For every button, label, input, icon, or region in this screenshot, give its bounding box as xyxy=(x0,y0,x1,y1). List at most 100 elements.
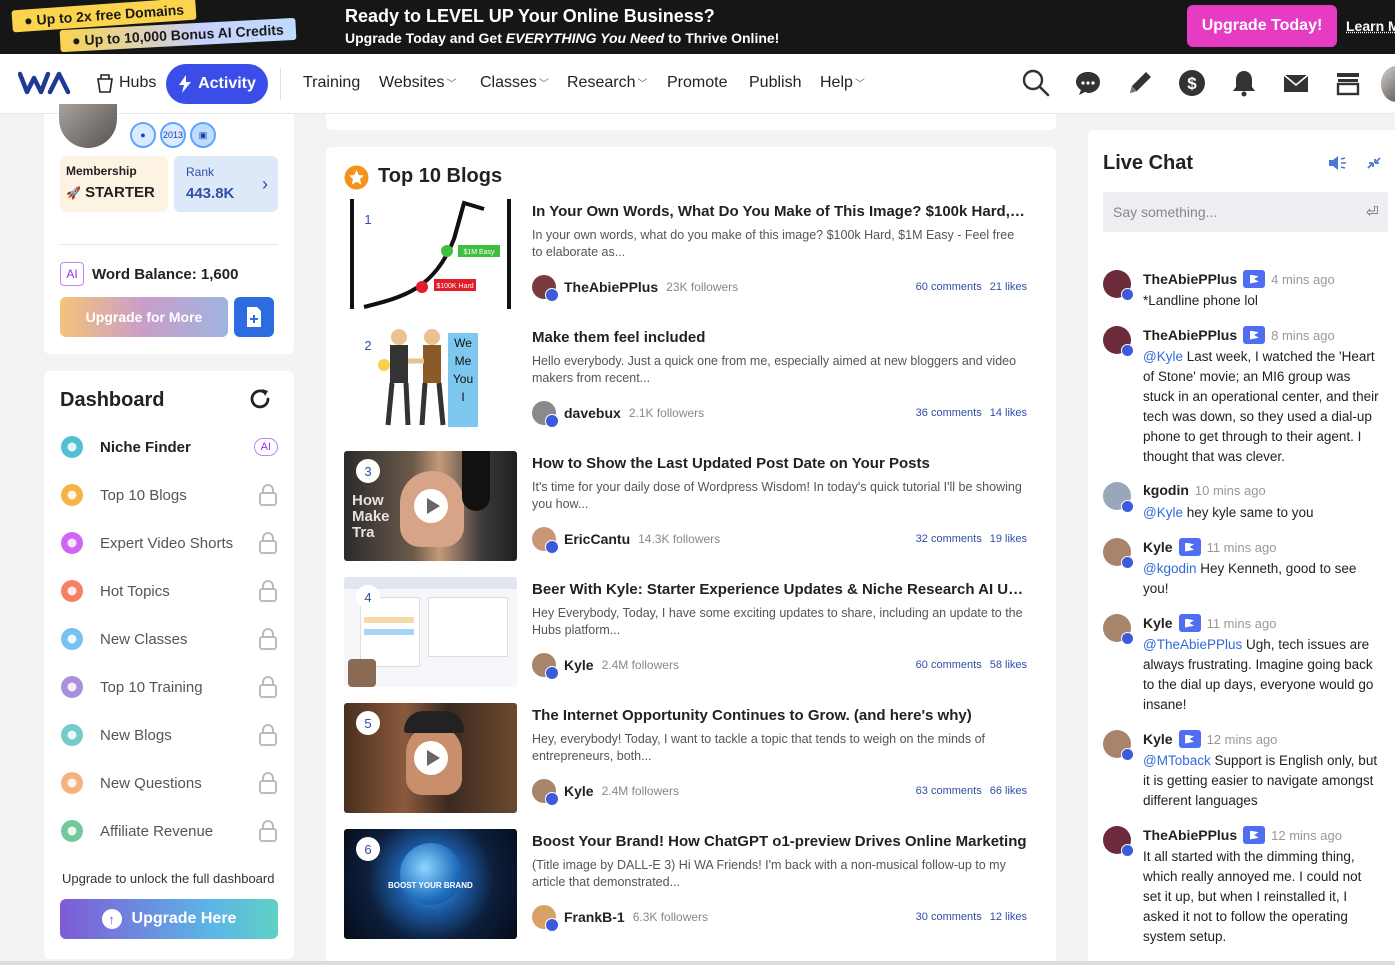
pencil-icon[interactable] xyxy=(1125,68,1155,98)
comments-link[interactable]: 63 comments xyxy=(916,785,982,797)
author-avatar[interactable] xyxy=(532,653,559,680)
author-name[interactable]: EricCantu xyxy=(564,531,630,547)
upgrade-here-button[interactable]: ↑ Upgrade Here xyxy=(60,899,278,939)
author-avatar[interactable] xyxy=(532,401,559,428)
author-avatar[interactable] xyxy=(532,905,559,932)
user-avatar[interactable] xyxy=(1381,66,1395,102)
chat-icon[interactable] xyxy=(1073,68,1103,98)
author-name[interactable]: Kyle xyxy=(564,783,594,799)
nav-websites[interactable]: Websites ﹀ xyxy=(379,74,457,92)
chat-username[interactable]: TheAbiePPlus xyxy=(1143,327,1237,343)
membership-box[interactable]: Membership 🚀 STARTER xyxy=(60,156,168,212)
blog-author[interactable]: davebux 2.1K followers xyxy=(532,401,704,428)
chat-mention[interactable]: @MToback xyxy=(1143,753,1211,768)
chat-avatar[interactable] xyxy=(1103,730,1134,761)
dashboard-item-affiliate-revenue[interactable]: Affiliate Revenue xyxy=(60,811,278,851)
nav-promote[interactable]: Promote xyxy=(667,74,727,92)
chat-username[interactable]: kgodin xyxy=(1143,482,1189,498)
author-name[interactable]: davebux xyxy=(564,405,621,421)
comments-link[interactable]: 30 comments xyxy=(916,911,982,923)
nav-research[interactable]: Research ﹀ xyxy=(567,74,647,92)
chat-username[interactable]: Kyle xyxy=(1143,731,1173,747)
chat-username[interactable]: Kyle xyxy=(1143,615,1173,631)
dashboard-item-top-10-training[interactable]: Top 10 Training xyxy=(60,667,278,707)
nav-publish[interactable]: Publish xyxy=(749,74,801,92)
author-avatar[interactable] xyxy=(532,527,559,554)
blog-title-link[interactable]: Beer With Kyle: Starter Experience Updat… xyxy=(532,581,1027,598)
dollar-icon[interactable]: $ xyxy=(1177,68,1207,98)
upgrade-for-more-button[interactable]: Upgrade for More xyxy=(60,297,228,337)
blog-title-link[interactable]: Make them feel included xyxy=(532,329,1027,346)
collapse-icon[interactable] xyxy=(1364,154,1384,172)
blog-title-link[interactable]: In Your Own Words, What Do You Make of T… xyxy=(532,203,1027,220)
comments-link[interactable]: 60 comments xyxy=(916,281,982,293)
blog-author[interactable]: FrankB-1 6.3K followers xyxy=(532,905,708,932)
refresh-icon[interactable] xyxy=(248,387,272,411)
archive-icon[interactable] xyxy=(1333,68,1363,98)
nav-classes[interactable]: Classes ﹀ xyxy=(480,74,549,92)
blog-thumbnail[interactable]: We Me You I 2 xyxy=(344,325,517,435)
search-icon[interactable] xyxy=(1021,68,1051,98)
chat-avatar[interactable] xyxy=(1103,614,1134,645)
bell-icon[interactable] xyxy=(1229,68,1259,98)
chat-avatar[interactable] xyxy=(1103,826,1134,857)
dashboard-item-hot-topics[interactable]: Hot Topics xyxy=(60,571,278,611)
blog-author[interactable]: EricCantu 14.3K followers xyxy=(532,527,720,554)
comments-link[interactable]: 60 comments xyxy=(916,659,982,671)
chat-avatar[interactable] xyxy=(1103,538,1134,569)
dashboard-item-new-questions[interactable]: New Questions xyxy=(60,763,278,803)
dashboard-item-new-classes[interactable]: New Classes xyxy=(60,619,278,659)
author-avatar[interactable] xyxy=(532,779,559,806)
chat-avatar[interactable] xyxy=(1103,326,1134,357)
dashboard-item-new-blogs[interactable]: New Blogs xyxy=(60,715,278,755)
play-icon[interactable] xyxy=(414,741,448,775)
blog-title-link[interactable]: How to Show the Last Updated Post Date o… xyxy=(532,455,1027,472)
blog-thumbnail[interactable]: $100K Hard $1M Easy 1 xyxy=(344,199,517,309)
speaker-icon[interactable] xyxy=(1327,154,1347,172)
enter-icon[interactable]: ⏎ xyxy=(1366,203,1379,221)
nav-activity-button[interactable]: Activity xyxy=(166,64,268,104)
likes-link[interactable]: 21 likes xyxy=(990,281,1027,293)
nav-help[interactable]: Help ﹀ xyxy=(820,74,865,92)
dashboard-item-niche-finder[interactable]: Niche Finder AI xyxy=(60,427,278,467)
blog-title-link[interactable]: The Internet Opportunity Continues to Gr… xyxy=(532,707,1027,724)
likes-link[interactable]: 66 likes xyxy=(990,785,1027,797)
author-name[interactable]: Kyle xyxy=(564,657,594,673)
blog-thumbnail[interactable]: 4 xyxy=(344,577,517,687)
dashboard-item-top-10-blogs[interactable]: Top 10 Blogs xyxy=(60,475,278,515)
chat-avatar[interactable] xyxy=(1103,270,1134,301)
chat-mention[interactable]: @kgodin xyxy=(1143,561,1197,576)
nav-hubs[interactable]: Hubs xyxy=(95,72,156,94)
chat-mention[interactable]: @Kyle xyxy=(1143,349,1183,364)
document-add-button[interactable] xyxy=(234,297,274,337)
wa-logo-icon[interactable] xyxy=(18,68,72,98)
blog-thumbnail[interactable]: How Make Tra 3 xyxy=(344,451,517,561)
author-avatar[interactable] xyxy=(532,275,559,302)
chat-username[interactable]: Kyle xyxy=(1143,539,1173,555)
author-name[interactable]: FrankB-1 xyxy=(564,909,625,925)
nav-training[interactable]: Training xyxy=(303,74,360,92)
dashboard-item-expert-video-shorts[interactable]: Expert Video Shorts xyxy=(60,523,278,563)
likes-link[interactable]: 12 likes xyxy=(990,911,1027,923)
likes-link[interactable]: 19 likes xyxy=(990,533,1027,545)
blog-thumbnail[interactable]: 5 xyxy=(344,703,517,813)
likes-link[interactable]: 14 likes xyxy=(990,407,1027,419)
chat-username[interactable]: TheAbiePPlus xyxy=(1143,827,1237,843)
play-icon[interactable] xyxy=(414,489,448,523)
blog-author[interactable]: TheAbiePPlus 23K followers xyxy=(532,275,738,302)
chat-input[interactable] xyxy=(1103,192,1388,232)
chat-username[interactable]: TheAbiePPlus xyxy=(1143,271,1237,287)
chat-mention[interactable]: @TheAbiePPlus xyxy=(1143,637,1242,652)
mail-icon[interactable] xyxy=(1281,68,1311,98)
comments-link[interactable]: 32 comments xyxy=(916,533,982,545)
blog-title-link[interactable]: Boost Your Brand! How ChatGPT o1-preview… xyxy=(532,833,1027,850)
profile-avatar[interactable] xyxy=(59,104,117,148)
blog-thumbnail[interactable]: BOOST YOUR BRAND 6 xyxy=(344,829,517,939)
chat-mention[interactable]: @Kyle xyxy=(1143,505,1183,520)
rank-box[interactable]: Rank 443.8K › xyxy=(174,156,278,212)
comments-link[interactable]: 36 comments xyxy=(916,407,982,419)
chat-avatar[interactable] xyxy=(1103,482,1134,513)
likes-link[interactable]: 58 likes xyxy=(990,659,1027,671)
upgrade-today-button[interactable]: Upgrade Today! xyxy=(1187,5,1337,47)
blog-author[interactable]: Kyle 2.4M followers xyxy=(532,779,679,806)
